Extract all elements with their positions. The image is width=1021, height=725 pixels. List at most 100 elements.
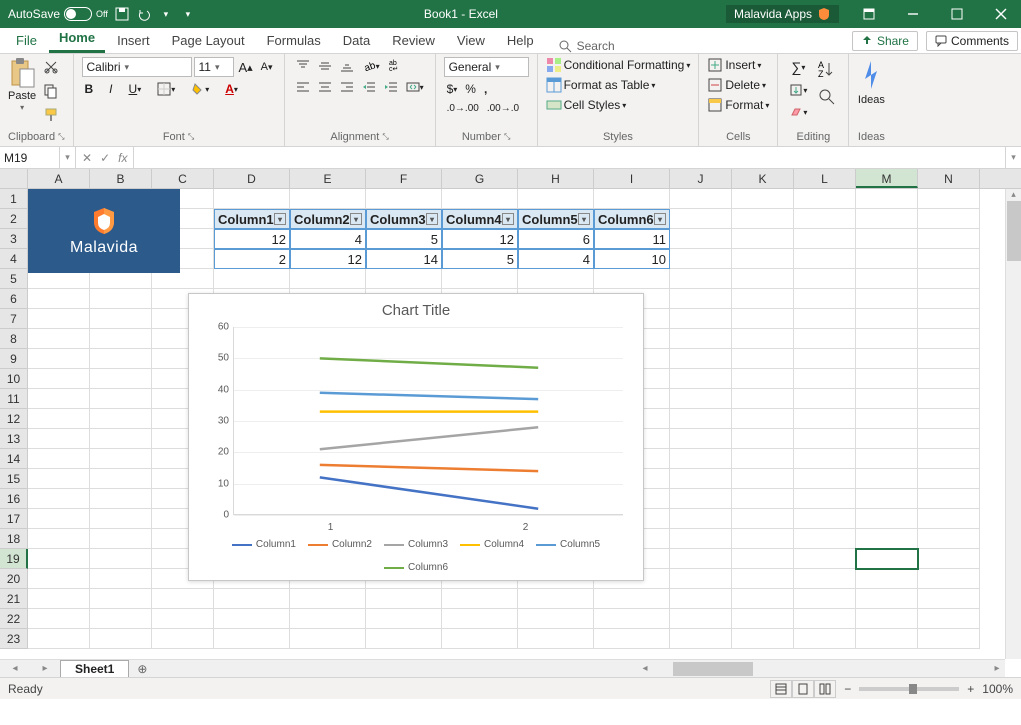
sort-filter-button[interactable]: AZ [814, 57, 840, 81]
view-normal-button[interactable] [770, 680, 792, 698]
column-header-L[interactable]: L [794, 169, 856, 188]
align-middle-button[interactable] [315, 57, 335, 75]
share-button[interactable]: Share [852, 31, 918, 51]
format-painter-button[interactable] [40, 105, 62, 125]
format-cells-button[interactable]: Format▾ [707, 97, 769, 113]
vertical-scrollbar[interactable]: ▴ [1005, 189, 1021, 659]
column-header-A[interactable]: A [28, 169, 90, 188]
align-left-button[interactable] [293, 78, 313, 96]
row-header-5[interactable]: 5 [0, 269, 28, 289]
column-header-B[interactable]: B [90, 169, 152, 188]
align-top-button[interactable] [293, 57, 313, 75]
row-header-10[interactable]: 10 [0, 369, 28, 389]
row-header-14[interactable]: 14 [0, 449, 28, 469]
formula-input[interactable] [134, 147, 1005, 168]
row-header-1[interactable]: 1 [0, 189, 28, 209]
column-header-M[interactable]: M [856, 169, 918, 188]
tab-help[interactable]: Help [497, 29, 544, 53]
fill-color-button[interactable]: ▾ [188, 80, 212, 98]
maximize-button[interactable] [937, 0, 977, 28]
italic-button[interactable]: I [106, 80, 115, 98]
row-header-19[interactable]: 19 [0, 549, 28, 569]
tab-insert[interactable]: Insert [107, 29, 160, 53]
clear-button[interactable]: ▾ [786, 103, 810, 121]
decrease-font-button[interactable]: A▾ [258, 59, 276, 75]
table-cell[interactable]: 6 [518, 229, 594, 249]
tab-file[interactable]: File [6, 29, 47, 53]
row-header-3[interactable]: 3 [0, 229, 28, 249]
increase-font-button[interactable]: A▴ [236, 58, 256, 77]
insert-cells-button[interactable]: Insert▾ [707, 57, 761, 73]
column-header-K[interactable]: K [732, 169, 794, 188]
zoom-percent[interactable]: 100% [982, 682, 1013, 696]
malavida-apps-button[interactable]: Malavida Apps [726, 5, 839, 23]
enter-formula-icon[interactable]: ✓ [100, 151, 110, 165]
merge-center-button[interactable]: ▾ [403, 78, 427, 96]
comma-format-button[interactable]: , [481, 80, 490, 98]
table-header-column4[interactable]: Column4▾ [442, 209, 518, 229]
table-cell[interactable]: 14 [366, 249, 442, 269]
autosave-toggle[interactable]: AutoSave Off [8, 7, 108, 21]
sheet-nav-prev[interactable]: ◂ [0, 663, 30, 674]
spreadsheet-grid[interactable]: ABCDEFGHIJKLMN 1234567891011121314151617… [0, 169, 1021, 677]
row-header-21[interactable]: 21 [0, 589, 28, 609]
undo-icon[interactable] [136, 6, 152, 22]
ideas-button[interactable]: Ideas [857, 57, 885, 106]
cut-button[interactable] [40, 57, 62, 77]
table-cell[interactable]: 10 [594, 249, 670, 269]
table-cell[interactable]: 2 [214, 249, 290, 269]
horizontal-scrollbar[interactable]: ◂▸ [637, 659, 1005, 677]
ribbon-display-icon[interactable] [849, 0, 889, 28]
tell-me-search[interactable]: Search [546, 39, 627, 53]
row-header-15[interactable]: 15 [0, 469, 28, 489]
tab-data[interactable]: Data [333, 29, 380, 53]
copy-button[interactable] [40, 81, 62, 101]
conditional-formatting-button[interactable]: Conditional Formatting▾ [546, 57, 691, 73]
row-header-6[interactable]: 6 [0, 289, 28, 309]
paste-button[interactable]: Paste ▾ [8, 57, 36, 112]
comments-button[interactable]: Comments [926, 31, 1018, 51]
new-sheet-button[interactable]: ⊕ [129, 662, 155, 676]
minimize-button[interactable] [893, 0, 933, 28]
underline-button[interactable]: U ▾ [126, 80, 145, 98]
cancel-formula-icon[interactable]: ✕ [82, 151, 92, 165]
save-icon[interactable] [114, 6, 130, 22]
legend-item-column6[interactable]: Column6 [384, 562, 448, 573]
font-size-combo[interactable]: 11▾ [194, 57, 234, 77]
table-cell[interactable]: 5 [442, 249, 518, 269]
tab-home[interactable]: Home [49, 26, 105, 53]
chart-legend[interactable]: Column1Column2Column3Column4Column5Colum… [189, 533, 643, 579]
table-cell[interactable]: 4 [290, 229, 366, 249]
tab-page-layout[interactable]: Page Layout [162, 29, 255, 53]
column-header-E[interactable]: E [290, 169, 366, 188]
table-cell[interactable]: 12 [442, 229, 518, 249]
format-as-table-button[interactable]: Format as Table▾ [546, 77, 656, 93]
row-header-2[interactable]: 2 [0, 209, 28, 229]
zoom-in-button[interactable]: + [967, 682, 974, 696]
row-header-11[interactable]: 11 [0, 389, 28, 409]
bold-button[interactable]: B [82, 80, 97, 98]
table-header-column6[interactable]: Column6▾ [594, 209, 670, 229]
row-header-20[interactable]: 20 [0, 569, 28, 589]
decrease-indent-button[interactable] [359, 78, 379, 96]
name-box-dropdown[interactable]: ▾ [60, 147, 76, 168]
cell-styles-button[interactable]: Cell Styles▾ [546, 97, 627, 113]
embedded-chart[interactable]: Chart Title 0102030405060 12 Column1Colu… [188, 293, 644, 581]
qat-customize-icon[interactable]: ▾ [180, 6, 196, 22]
font-color-button[interactable]: A▾ [222, 80, 241, 98]
active-cell[interactable] [856, 549, 918, 569]
number-format-combo[interactable]: General▾ [444, 57, 529, 77]
row-header-23[interactable]: 23 [0, 629, 28, 649]
wrap-text-button[interactable]: abc↵ [385, 57, 405, 75]
legend-item-column1[interactable]: Column1 [232, 539, 296, 550]
table-header-column5[interactable]: Column5▾ [518, 209, 594, 229]
select-all-corner[interactable] [0, 169, 28, 188]
row-header-22[interactable]: 22 [0, 609, 28, 629]
row-header-7[interactable]: 7 [0, 309, 28, 329]
accounting-format-button[interactable]: $▾ [444, 80, 461, 98]
table-cell[interactable]: 5 [366, 229, 442, 249]
table-header-column1[interactable]: Column1▾ [214, 209, 290, 229]
tab-formulas[interactable]: Formulas [257, 29, 331, 53]
column-header-G[interactable]: G [442, 169, 518, 188]
view-page-layout-button[interactable] [792, 680, 814, 698]
